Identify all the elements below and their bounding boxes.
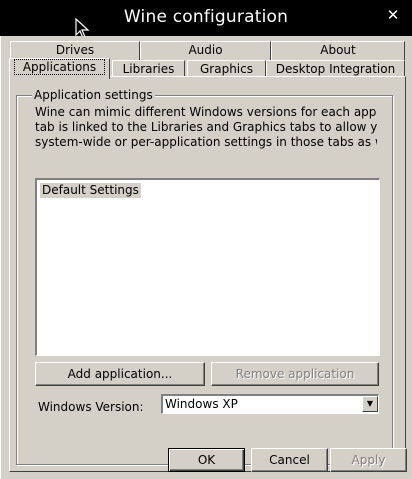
applications-listbox[interactable]: Default Settings (35, 178, 380, 356)
description-line: system-wide or per-application settings … (35, 135, 377, 149)
add-application-button[interactable]: Add application... (35, 362, 205, 386)
list-item[interactable]: Default Settings (40, 183, 141, 198)
title-bar: Wine configuration ✕ (0, 0, 412, 36)
cancel-label: Cancel (269, 453, 310, 467)
apply-button[interactable]: Apply (330, 448, 407, 472)
tab-drives-label: Drives (55, 43, 95, 57)
tab-audio-label: Audio (188, 43, 223, 57)
remove-application-button[interactable]: Remove application (211, 362, 379, 386)
add-application-label: Add application... (67, 367, 173, 381)
description-line: Wine can mimic different Windows version… (35, 105, 377, 119)
description-text: Wine can mimic different Windows version… (35, 105, 377, 150)
windows-version-label: Windows Version: (38, 400, 144, 414)
tab-desktop-integration-label: Desktop Integration (275, 62, 396, 76)
tab-about-label: About (320, 43, 356, 57)
windows-version-select[interactable]: Windows XP ▼ (161, 394, 379, 414)
ok-button[interactable]: OK (168, 448, 245, 472)
description-line: tab is linked to the Libraries and Graph… (35, 120, 377, 134)
close-icon[interactable]: ✕ (384, 6, 402, 24)
tab-graphics-label: Graphics (200, 62, 253, 76)
tab-about[interactable]: About (271, 41, 405, 60)
dropdown-arrow-icon[interactable]: ▼ (362, 396, 378, 412)
remove-application-label: Remove application (235, 367, 355, 381)
tab-applications[interactable]: Applications (9, 58, 110, 79)
ok-label: OK (197, 453, 216, 467)
window-title: Wine configuration (123, 7, 289, 27)
cancel-button[interactable]: Cancel (251, 448, 328, 472)
tab-applications-label: Applications (13, 59, 106, 75)
wine-config-window: Drives Audio About Applications Librarie… (0, 36, 412, 479)
apply-label: Apply (351, 453, 386, 467)
group-label: Application settings (32, 88, 155, 102)
windows-version-value: Windows XP (165, 397, 238, 411)
tab-audio[interactable]: Audio (140, 41, 271, 60)
tab-libraries-label: Libraries (122, 62, 175, 76)
